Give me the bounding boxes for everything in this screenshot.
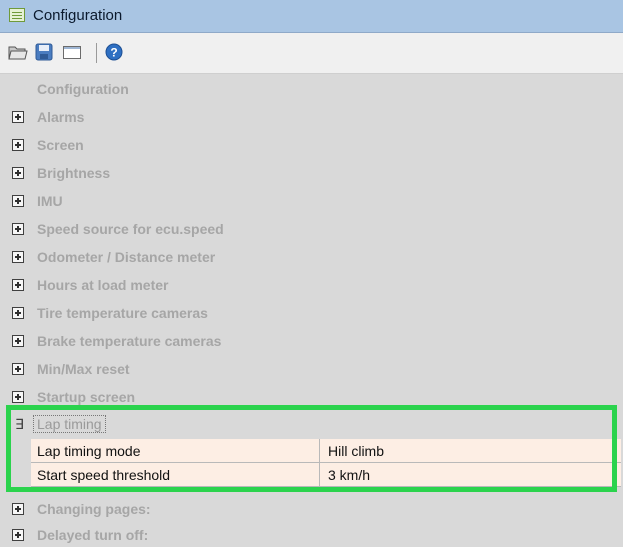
- tree-group-label: Delayed turn off:: [37, 527, 149, 543]
- tree-group-lap-timing[interactable]: ∃ Lap timing: [0, 413, 623, 437]
- expand-icon[interactable]: [12, 529, 24, 541]
- toolbar: ?: [0, 33, 623, 74]
- expand-icon[interactable]: [12, 251, 24, 263]
- save-icon[interactable]: [34, 43, 54, 61]
- toolbar-separator: [96, 43, 97, 63]
- expand-icon[interactable]: [12, 139, 24, 151]
- tree-group-minmax-reset[interactable]: Min/Max reset: [0, 357, 623, 381]
- tree-group-delayed-turn-off[interactable]: Delayed turn off:: [0, 523, 623, 547]
- svg-text:?: ?: [110, 46, 117, 60]
- property-row-start-speed-threshold[interactable]: Start speed threshold 3 km/h: [31, 463, 621, 487]
- tree-group-brightness[interactable]: Brightness: [0, 161, 623, 185]
- config-tree: Configuration Alarms Screen Brightness I…: [0, 74, 623, 544]
- property-value[interactable]: 3 km/h: [328, 467, 370, 483]
- tree-group-label: Hours at load meter: [37, 277, 169, 293]
- tree-group-screen[interactable]: Screen: [0, 133, 623, 157]
- open-folder-icon[interactable]: [8, 43, 28, 61]
- tree-group-label: Brake temperature cameras: [37, 333, 222, 349]
- tree-group-label: Min/Max reset: [37, 361, 130, 377]
- tree-group-label: Startup screen: [37, 389, 136, 405]
- tree-group-imu[interactable]: IMU: [0, 189, 623, 213]
- property-row-lap-timing-mode[interactable]: Lap timing mode Hill climb: [31, 439, 621, 463]
- tree-group-tire-cameras[interactable]: Tire temperature cameras: [0, 301, 623, 325]
- expand-icon[interactable]: [12, 363, 24, 375]
- tree-group-label: Changing pages:: [37, 501, 151, 517]
- expand-icon[interactable]: [12, 307, 24, 319]
- tree-root-label: Configuration: [37, 81, 129, 97]
- tree-group-hours-meter[interactable]: Hours at load meter: [0, 273, 623, 297]
- tree-root: Configuration: [0, 77, 623, 101]
- app-icon: [9, 8, 25, 22]
- property-name: Start speed threshold: [37, 467, 171, 483]
- column-divider: [319, 463, 320, 487]
- window-icon[interactable]: [62, 43, 82, 61]
- tree-group-label: Odometer / Distance meter: [37, 249, 216, 265]
- expand-icon[interactable]: [12, 279, 24, 291]
- expand-icon[interactable]: [12, 111, 24, 123]
- tree-group-alarms[interactable]: Alarms: [0, 105, 623, 129]
- expand-icon[interactable]: [12, 223, 24, 235]
- property-value[interactable]: Hill climb: [328, 443, 384, 459]
- tree-group-label: IMU: [37, 193, 63, 209]
- tree-group-changing-pages[interactable]: Changing pages:: [0, 497, 623, 521]
- tree-group-odometer[interactable]: Odometer / Distance meter: [0, 245, 623, 269]
- property-name: Lap timing mode: [37, 443, 141, 459]
- tree-group-startup-screen[interactable]: Startup screen: [0, 385, 623, 409]
- collapse-icon[interactable]: ∃: [15, 416, 24, 433]
- tree-group-label: Tire temperature cameras: [37, 305, 208, 321]
- expand-icon[interactable]: [12, 335, 24, 347]
- tree-group-brake-cameras[interactable]: Brake temperature cameras: [0, 329, 623, 353]
- tree-group-speed-source[interactable]: Speed source for ecu.speed: [0, 217, 623, 241]
- expand-icon[interactable]: [12, 167, 24, 179]
- help-icon[interactable]: ?: [104, 43, 124, 61]
- tree-group-label-selected: Lap timing: [33, 415, 106, 433]
- tree-group-label: Speed source for ecu.speed: [37, 221, 224, 237]
- tree-group-label: Alarms: [37, 109, 85, 125]
- tree-group-label: Screen: [37, 137, 84, 153]
- expand-icon[interactable]: [12, 503, 24, 515]
- expand-icon[interactable]: [12, 391, 24, 403]
- window-title: Configuration: [33, 7, 123, 24]
- title-bar: Configuration: [0, 0, 623, 33]
- expand-icon[interactable]: [12, 195, 24, 207]
- tree-group-label: Brightness: [37, 165, 111, 181]
- column-divider: [319, 439, 320, 463]
